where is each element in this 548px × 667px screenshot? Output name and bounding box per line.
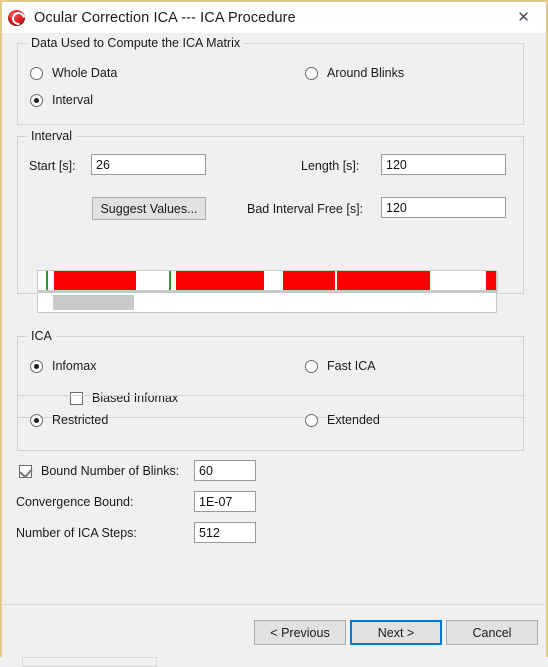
ica-steps-label: Number of ICA Steps:: [16, 526, 137, 540]
radio-interval[interactable]: Interval: [30, 93, 93, 107]
restriction-group: Restricted Extended: [17, 395, 524, 451]
footer-divider: [2, 604, 546, 605]
close-icon[interactable]: ✕: [501, 2, 546, 33]
radio-extended[interactable]: Extended: [305, 413, 380, 427]
radio-label-whole-data: Whole Data: [52, 66, 118, 80]
data-used-group-title: Data Used to Compute the ICA Matrix: [27, 36, 245, 50]
interval-marker-start: [46, 271, 48, 290]
radio-label-around-blinks: Around Blinks: [327, 66, 405, 80]
radio-indicator-interval: [30, 93, 43, 107]
window-title: Ocular Correction ICA --- ICA Procedure: [34, 9, 296, 26]
ica-steps-input[interactable]: [194, 522, 256, 543]
suggest-values-button[interactable]: Suggest Values...: [92, 197, 206, 220]
radio-label-infomax: Infomax: [52, 359, 97, 373]
radio-infomax[interactable]: Infomax: [30, 359, 96, 373]
title-bar: Ocular Correction ICA --- ICA Procedure …: [2, 2, 546, 34]
data-used-group: Data Used to Compute the ICA Matrix Whol…: [17, 36, 524, 125]
radio-label-restricted: Restricted: [52, 413, 109, 427]
start-input[interactable]: [91, 154, 206, 175]
radio-label-fast-ica: Fast ICA: [327, 359, 376, 373]
bad-segment-1: [54, 271, 136, 290]
interval-marker-end: [169, 271, 171, 290]
radio-indicator-restricted: [30, 413, 43, 427]
length-label: Length [s]:: [301, 159, 360, 173]
background-window-peek: [22, 657, 157, 667]
radio-indicator-whole-data: [30, 66, 43, 80]
radio-indicator-fast-ica: [305, 359, 318, 373]
bad-interval-free-input[interactable]: [381, 197, 506, 218]
radio-around-blinks[interactable]: Around Blinks: [305, 66, 404, 80]
dialog-window: Ocular Correction ICA --- ICA Procedure …: [0, 0, 548, 667]
checkbox-bound-number-of-blinks[interactable]: Bound Number of Blinks:: [19, 464, 179, 478]
interval-selection-strip[interactable]: [37, 292, 497, 313]
radio-label-extended: Extended: [327, 413, 380, 427]
cancel-button[interactable]: Cancel: [446, 620, 538, 645]
radio-indicator-extended: [305, 413, 318, 427]
checkbox-indicator-bound-blinks: [19, 464, 32, 478]
convergence-bound-label: Convergence Bound:: [16, 495, 134, 509]
bound-blinks-input[interactable]: [194, 460, 256, 481]
bad-segment-3: [283, 271, 335, 290]
bad-segment-strip[interactable]: [37, 270, 497, 291]
checkbox-label-bound-blinks: Bound Number of Blinks:: [41, 464, 180, 478]
previous-button[interactable]: < Previous: [254, 620, 346, 645]
radio-indicator-infomax: [30, 359, 43, 373]
radio-label-interval: Interval: [52, 93, 93, 107]
radio-restricted[interactable]: Restricted: [30, 413, 108, 427]
length-input[interactable]: [381, 154, 506, 175]
bad-segment-5: [486, 271, 496, 290]
interval-group-title: Interval: [27, 129, 76, 143]
bad-segment-2: [176, 271, 264, 290]
ica-group-title: ICA: [27, 329, 56, 343]
radio-whole-data[interactable]: Whole Data: [30, 66, 117, 80]
start-label: Start [s]:: [29, 159, 76, 173]
bad-segment-4: [337, 271, 430, 290]
ocular-ica-icon: [8, 8, 28, 28]
interval-selection-block[interactable]: [53, 295, 134, 310]
radio-indicator-around-blinks: [305, 66, 318, 80]
dialog-body: Data Used to Compute the ICA Matrix Whol…: [2, 33, 546, 667]
convergence-bound-input[interactable]: [194, 491, 256, 512]
next-button[interactable]: Next >: [350, 620, 442, 645]
bad-interval-free-label: Bad Interval Free [s]:: [247, 202, 364, 216]
radio-fast-ica[interactable]: Fast ICA: [305, 359, 376, 373]
